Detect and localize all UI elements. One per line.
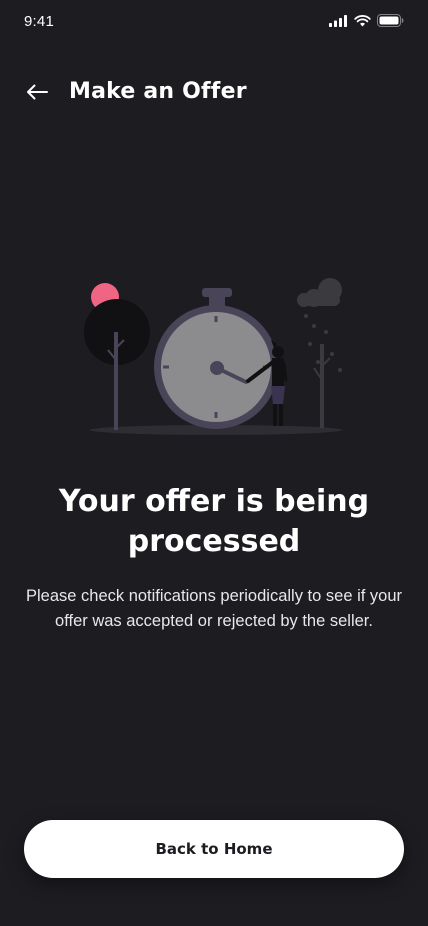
status-message: Please check notifications periodically …: [25, 587, 403, 630]
status-time: 9:41: [24, 13, 54, 30]
battery-icon: [377, 14, 404, 27]
stopwatch-with-person-icon: [84, 278, 342, 435]
back-to-home-label: Back to Home: [155, 840, 273, 858]
status-icons: [329, 14, 404, 27]
back-button[interactable]: [22, 78, 52, 106]
header: Make an Offer: [0, 72, 428, 112]
wifi-icon: [354, 14, 371, 26]
status-bar: 9:41: [0, 0, 428, 44]
headline: Your offer is being processed: [58, 484, 370, 559]
cellular-signal-icon: [329, 14, 347, 27]
page-title: Make an Offer: [69, 79, 247, 104]
arrow-left-icon: [27, 84, 48, 100]
back-to-home-button[interactable]: Back to Home: [24, 820, 404, 878]
